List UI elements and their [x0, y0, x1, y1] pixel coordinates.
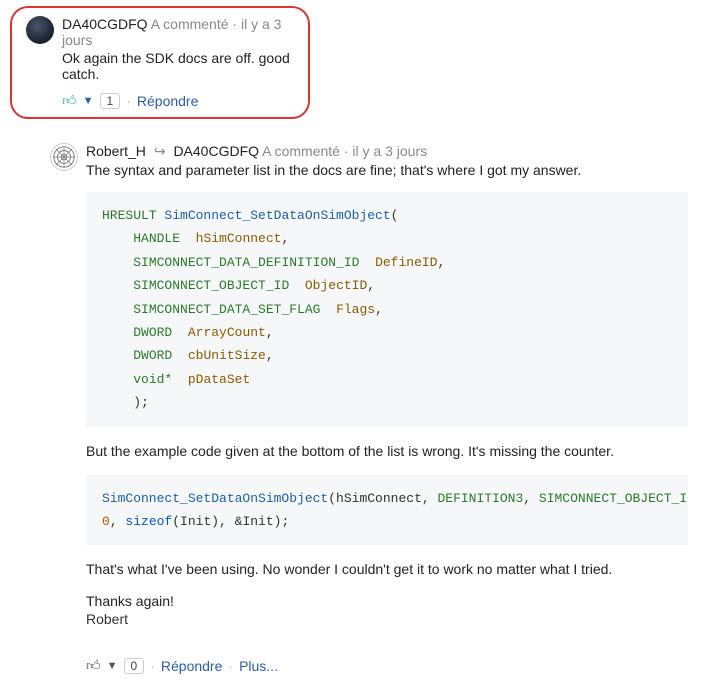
code-token: (	[391, 208, 399, 223]
code-token: DWORD	[133, 325, 172, 340]
action-sep: ·	[228, 658, 233, 674]
comment-intro: The syntax and parameter list in the doc…	[86, 162, 688, 178]
avatar-pattern-icon	[51, 144, 77, 170]
username-link[interactable]: Robert_H	[86, 143, 146, 159]
thumbs-up-icon[interactable]: 👍︎	[62, 92, 77, 109]
code-token: HRESULT	[102, 208, 157, 223]
comment-header: DA40CGDFQ A commenté · il y a 3 jours Ok…	[26, 16, 294, 109]
avatar[interactable]	[26, 16, 54, 44]
reply-arrow-icon: ↪	[154, 143, 166, 159]
username-link[interactable]: DA40CGDFQ	[62, 16, 148, 32]
code-token: void*	[133, 372, 172, 387]
vote-count: 1	[100, 93, 121, 109]
thumbs-up-icon[interactable]: 👍︎	[86, 657, 101, 674]
code-block-example: SimConnect_SetDataOnSimObject(hSimConnec…	[86, 475, 688, 546]
code-token: (hSimConnect,	[328, 491, 437, 506]
meta-sep: ·	[232, 16, 241, 32]
code-block-syntax: HRESULT SimConnect_SetDataOnSimObject( H…	[86, 192, 688, 427]
code-token: ,	[375, 302, 383, 317]
reply-to-link[interactable]: DA40CGDFQ	[173, 143, 259, 159]
reply-button[interactable]: Répondre	[161, 658, 223, 674]
comment-signoff: Robert	[86, 611, 688, 627]
comment-mid-text: But the example code given at the bottom…	[86, 443, 688, 459]
code-token: DefineID	[375, 255, 437, 270]
comment-meta: Robert_H ↪ DA40CGDFQ A commenté · il y a…	[86, 143, 688, 160]
reply-button[interactable]: Répondre	[137, 93, 199, 109]
code-token: SimConnect_SetDataOnSimObject	[102, 491, 328, 506]
comment-meta: DA40CGDFQ A commenté · il y a 3 jours	[62, 16, 294, 48]
comment-actions: 👍︎ ▼ 1 · Répondre	[62, 92, 294, 109]
code-token: (Init), &Init);	[172, 514, 289, 529]
code-token: SIMCONNECT_OBJECT_ID_USER	[539, 491, 688, 506]
action-sep: ·	[150, 658, 155, 674]
code-token: DEFINITION3	[437, 491, 523, 506]
code-token: hSimConnect	[196, 231, 282, 246]
code-token: SimConnect_SetDataOnSimObject	[164, 208, 390, 223]
code-token: ,	[367, 278, 375, 293]
code-token: SIMCONNECT_DATA_DEFINITION_ID	[133, 255, 359, 270]
code-token: ,	[110, 514, 126, 529]
vote-count: 0	[124, 658, 145, 674]
code-token: ,	[266, 325, 274, 340]
code-token: sizeof	[125, 514, 172, 529]
comment-actions: 👍︎ ▼ 0 · Répondre · Plus...	[86, 657, 688, 674]
code-token: );	[133, 395, 149, 410]
code-token: HANDLE	[133, 231, 180, 246]
comment-thanks: Thanks again!	[86, 593, 688, 609]
highlighted-comment: DA40CGDFQ A commenté · il y a 3 jours Ok…	[10, 6, 310, 119]
code-token: ,	[523, 491, 539, 506]
code-token: SIMCONNECT_DATA_SET_FLAG	[133, 302, 320, 317]
comment-after-text: That's what I've been using. No wonder I…	[86, 561, 688, 577]
code-token: ,	[281, 231, 289, 246]
code-token: ArrayCount	[188, 325, 266, 340]
code-token: ,	[438, 255, 446, 270]
comment-text: Ok again the SDK docs are off. good catc…	[62, 50, 294, 82]
code-token: ObjectID	[305, 278, 367, 293]
code-token: SIMCONNECT_OBJECT_ID	[133, 278, 289, 293]
chevron-down-icon[interactable]: ▼	[107, 660, 118, 672]
comment-reply: Robert_H ↪ DA40CGDFQ A commenté · il y a…	[30, 133, 708, 684]
code-token: Flags	[336, 302, 375, 317]
timestamp: il y a 3 jours	[352, 143, 427, 159]
chevron-down-icon[interactable]: ▼	[83, 95, 94, 107]
action-sep: ·	[126, 93, 131, 109]
more-button[interactable]: Plus...	[239, 658, 278, 674]
code-token: 0	[102, 514, 110, 529]
action-label: A commenté	[262, 143, 340, 159]
avatar[interactable]	[50, 143, 78, 171]
code-token: pDataSet	[188, 372, 250, 387]
code-token: cbUnitSize	[188, 348, 266, 363]
action-label: A commenté	[151, 16, 229, 32]
code-token: DWORD	[133, 348, 172, 363]
comment-header: Robert_H ↪ DA40CGDFQ A commenté · il y a…	[50, 143, 688, 178]
code-token: ,	[266, 348, 274, 363]
